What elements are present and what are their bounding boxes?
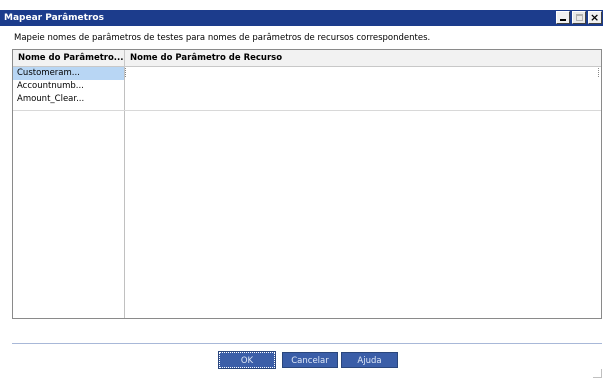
rows-divider [13,110,601,111]
table-row[interactable]: Amount_Clear... [13,93,601,106]
test-parameter-cell[interactable]: Accountnumb... [13,80,124,93]
title-bar[interactable]: Mapear Parâmetros × [0,10,603,26]
column-header-test-parameter[interactable]: Nome do Parâmetro... [13,50,125,67]
test-parameter-cell[interactable]: Amount_Clear... [13,93,124,106]
instruction-text: Mapeie nomes de parâmetros de testes par… [14,33,431,43]
resource-parameter-edit-cell[interactable] [125,68,127,77]
test-parameter-cell[interactable]: Customeram... [13,67,124,80]
minimize-icon [560,19,566,21]
maximize-button[interactable] [572,11,586,24]
help-button[interactable]: Ajuda [341,352,398,368]
table-row[interactable]: Accountnumb... [13,80,601,93]
window-controls: × [556,11,602,25]
resize-grip[interactable] [593,369,602,378]
ok-button[interactable]: OK [218,351,276,369]
window-title: Mapear Parâmetros [4,13,104,23]
parameter-mapping-grid: Nome do Parâmetro... Nome do Parâmetro d… [12,49,602,319]
cancel-button[interactable]: Cancelar [282,352,338,368]
table-row[interactable]: Customeram... [13,67,601,80]
minimize-button[interactable] [556,11,570,24]
maximize-icon [576,14,583,21]
column-header-resource-parameter[interactable]: Nome do Parâmetro de Recurso [125,50,601,67]
close-button[interactable]: × [588,11,602,24]
footer-divider [12,343,602,344]
map-parameters-dialog: Mapear Parâmetros × Mapeie nomes de parâ… [0,0,603,379]
grid-edge-marker [598,68,600,77]
close-icon: × [590,11,600,24]
